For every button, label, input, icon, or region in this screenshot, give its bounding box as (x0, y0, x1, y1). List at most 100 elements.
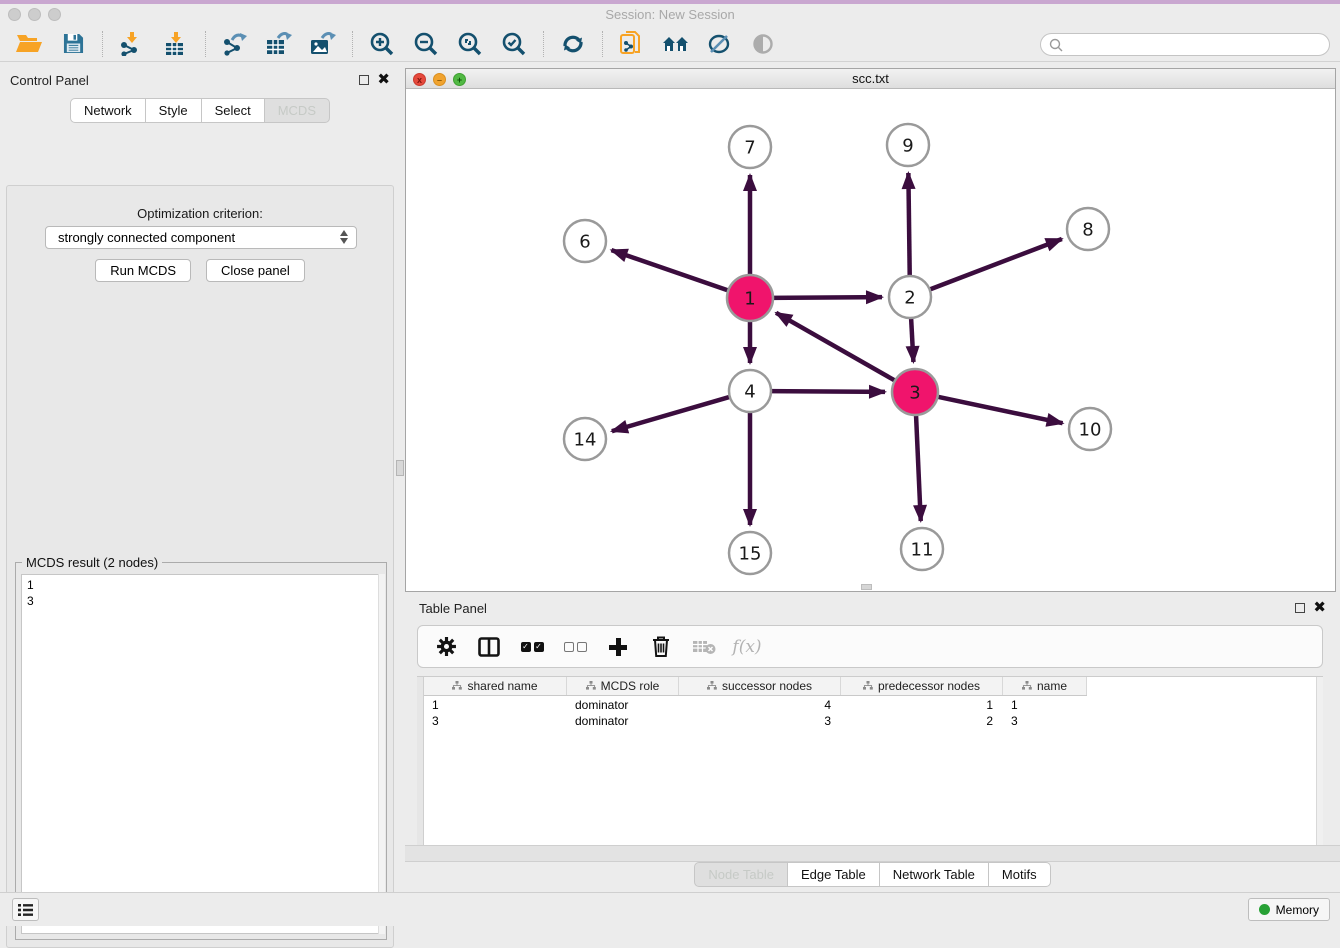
gear-icon[interactable] (433, 634, 459, 660)
table-cell[interactable]: 4 (679, 697, 841, 713)
maximize-view-icon[interactable]: + (453, 73, 466, 86)
graph-node-14[interactable]: 14 (564, 418, 606, 460)
column-edit-icon (863, 679, 873, 693)
network-window-titlebar[interactable]: x – + scc.txt (406, 69, 1335, 89)
tab-network-table[interactable]: Network Table (880, 862, 989, 887)
column-header-successor-nodes[interactable]: successor nodes (679, 677, 841, 695)
home-icons[interactable] (661, 30, 691, 58)
graph-edge-2-9[interactable] (908, 173, 909, 278)
graph-node-8[interactable]: 8 (1067, 208, 1109, 250)
graph-edge-3-11[interactable] (916, 413, 921, 521)
result-scrollbar[interactable] (378, 574, 385, 934)
import-table-icon[interactable] (161, 30, 191, 58)
column-header-shared-name[interactable]: shared name (424, 677, 567, 695)
column-header-predecessor-nodes[interactable]: predecessor nodes (841, 677, 1003, 695)
export-network-icon[interactable] (220, 30, 250, 58)
graph-edge-4-14[interactable] (612, 396, 732, 431)
close-window-icon[interactable] (8, 8, 21, 21)
zoom-fit-icon[interactable] (455, 30, 485, 58)
column-header-MCDS-role[interactable]: MCDS role (567, 677, 679, 695)
tab-motifs[interactable]: Motifs (989, 862, 1051, 887)
zoom-out-icon[interactable] (411, 30, 441, 58)
graph-node-11[interactable]: 11 (901, 528, 943, 570)
table-cell[interactable]: 3 (1003, 713, 1087, 729)
hide-details-icon[interactable] (705, 30, 735, 58)
graph-node-7[interactable]: 7 (729, 126, 771, 168)
table-header: shared nameMCDS rolesuccessor nodesprede… (424, 677, 1087, 696)
network-canvas[interactable]: 7 9 6 8 1 2 4 3 14 10 15 11 (406, 89, 1335, 591)
optimization-dropdown[interactable]: strongly connected component (45, 226, 357, 249)
search-field[interactable] (1040, 33, 1330, 56)
graph-node-2[interactable]: 2 (889, 276, 931, 318)
graph-node-4[interactable]: 4 (729, 370, 771, 412)
maximize-window-icon[interactable] (48, 8, 61, 21)
table-cell[interactable]: dominator (567, 697, 679, 713)
show-panels-button[interactable] (12, 898, 39, 921)
node-label: 10 (1079, 420, 1102, 441)
clone-network-icon[interactable] (617, 30, 647, 58)
zoom-selected-icon[interactable] (499, 30, 529, 58)
close-table-panel-icon[interactable]: ✖ (1313, 603, 1326, 613)
float-table-panel-icon[interactable] (1295, 603, 1305, 613)
graph-node-10[interactable]: 10 (1069, 408, 1111, 450)
memory-label: Memory (1276, 903, 1319, 917)
column-header-name[interactable]: name (1003, 677, 1087, 695)
graph-node-3[interactable]: 3 (892, 369, 938, 415)
graph-node-1[interactable]: 1 (727, 275, 773, 321)
panel-divider-handle[interactable] (396, 460, 404, 476)
table-hscrollbar[interactable] (405, 845, 1340, 862)
first-neighbors-icon[interactable] (558, 30, 588, 58)
graph-edge-2-3[interactable] (911, 316, 913, 362)
tab-mcds[interactable]: MCDS (265, 98, 330, 123)
zoom-in-icon[interactable] (367, 30, 397, 58)
graph-edge-3-1[interactable] (776, 313, 897, 382)
close-panel-icon[interactable]: ✖ (377, 75, 390, 85)
tab-select[interactable]: Select (202, 98, 265, 123)
memory-button[interactable]: Memory (1248, 898, 1330, 921)
eye-icon[interactable] (749, 30, 779, 58)
table-cell[interactable]: 1 (841, 697, 1003, 713)
tab-node-table[interactable]: Node Table (694, 862, 788, 887)
export-table-icon[interactable] (264, 30, 294, 58)
table-cell[interactable]: 2 (841, 713, 1003, 729)
close-view-icon[interactable]: x (413, 73, 426, 86)
import-network-icon[interactable] (117, 30, 147, 58)
mcds-result-text[interactable]: 1 3 (21, 574, 381, 934)
table-row[interactable]: 1dominator411 (424, 697, 1087, 713)
graph-node-15[interactable]: 15 (729, 532, 771, 574)
graph-edge-2-8[interactable] (928, 239, 1062, 290)
table-cell[interactable]: 1 (1003, 697, 1087, 713)
delete-icon[interactable] (648, 634, 674, 660)
search-input[interactable] (1063, 34, 1329, 55)
function-builder-icon[interactable]: f(x) (734, 634, 760, 660)
status-bar: Memory (0, 892, 1340, 926)
graph-node-6[interactable]: 6 (564, 220, 606, 262)
window-resize-grip[interactable] (861, 584, 872, 590)
node-label: 15 (739, 544, 762, 565)
run-mcds-button[interactable]: Run MCDS (95, 259, 191, 282)
minimize-window-icon[interactable] (28, 8, 41, 21)
deselect-all-icon[interactable] (562, 634, 588, 660)
graph-node-9[interactable]: 9 (887, 124, 929, 166)
graph-edge-1-6[interactable] (611, 250, 730, 291)
table-scrollbar[interactable] (1316, 677, 1323, 845)
split-columns-icon[interactable] (476, 634, 502, 660)
save-session-icon[interactable] (58, 30, 88, 58)
minimize-view-icon[interactable]: – (433, 73, 446, 86)
tab-edge-table[interactable]: Edge Table (788, 862, 880, 887)
float-panel-icon[interactable] (359, 75, 369, 85)
add-column-icon[interactable] (605, 634, 631, 660)
tab-network[interactable]: Network (70, 98, 146, 123)
table-cell[interactable]: dominator (567, 713, 679, 729)
graph-edge-3-10[interactable] (936, 396, 1063, 423)
open-file-icon[interactable] (14, 30, 44, 58)
export-image-icon[interactable] (308, 30, 338, 58)
table-cell[interactable]: 1 (424, 697, 567, 713)
table-cell[interactable]: 3 (424, 713, 567, 729)
delete-table-icon[interactable] (691, 634, 717, 660)
select-all-icon[interactable]: ✓✓ (519, 634, 545, 660)
table-row[interactable]: 3dominator323 (424, 713, 1087, 729)
close-panel-button[interactable]: Close panel (206, 259, 305, 282)
tab-style[interactable]: Style (146, 98, 202, 123)
table-cell[interactable]: 3 (679, 713, 841, 729)
